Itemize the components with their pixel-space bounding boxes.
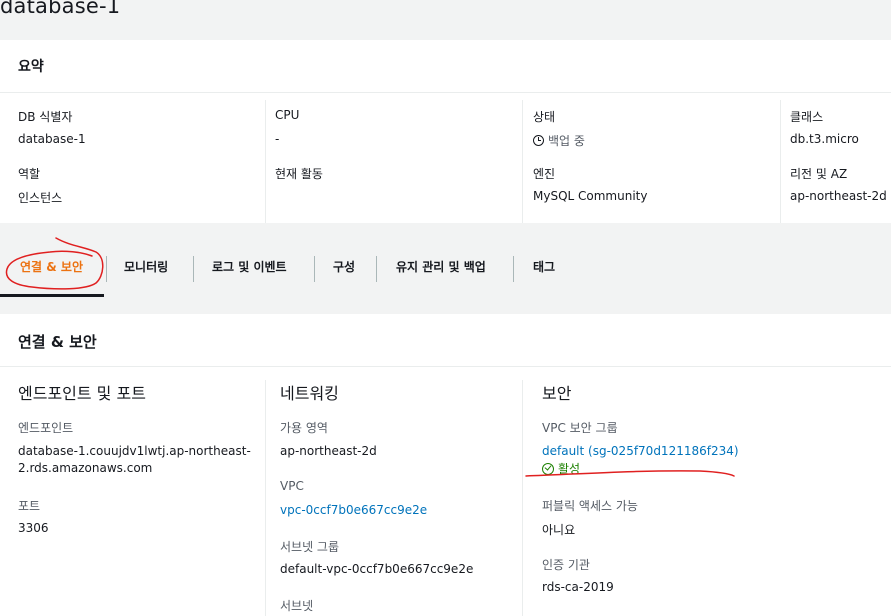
public-access-label: 퍼블릭 액세스 가능 [542,499,638,513]
connectivity-title: 연결 & 보안 [18,333,97,351]
tab-connectivity[interactable]: 연결 & 보안 [20,236,83,296]
tab-bar: 연결 & 보안 모니터링 로그 및 이벤트 구성 유지 관리 및 백업 태그 [0,236,891,297]
role-value: 인스턴스 [18,191,63,205]
ca-value: rds-ca-2019 [542,580,614,594]
endpoint-value-line-2[interactable]: 2.rds.amazonaws.com [18,461,152,475]
az-label: 가용 영역 [280,421,328,435]
tab-separator [513,256,514,282]
subnet-group-value: default-vpc-0ccf7b0e667cc9e2e [280,562,474,576]
tab-monitoring[interactable]: 모니터링 [124,236,168,296]
vpc-link[interactable]: vpc-0ccf7b0e667cc9e2e [280,503,427,517]
engine-value: MySQL Community [533,189,648,203]
security-group-status: 활성 [542,460,580,477]
connectivity-header: 연결 & 보안 [0,314,891,367]
port-label: 포트 [18,499,41,513]
summary-divider-2 [522,100,523,223]
security-group-label: VPC 보안 그룹 [542,421,618,435]
check-circle-icon [542,462,554,475]
summary-header: 요약 [0,40,891,93]
status-label: 상태 [533,110,556,124]
tab-separator [314,256,315,282]
security-group-status-text: 활성 [558,462,581,476]
tab-maintenance-backup[interactable]: 유지 관리 및 백업 [396,236,486,296]
security-group-link[interactable]: default (sg-025f70d121186f234) [542,444,739,458]
tab-tags[interactable]: 태그 [533,236,555,296]
status-value: 백업 중 [533,132,585,149]
connectivity-divider-2 [522,380,523,616]
public-access-value: 아니요 [542,523,576,537]
network-section-title: 네트워킹 [280,384,339,403]
az-value: ap-northeast-2d [280,444,377,458]
summary-panel: 요약 DB 식별자 database-1 역할 인스턴스 CPU - 현재 활동… [0,40,891,223]
subnet-group-label: 서브넷 그룹 [280,540,340,554]
endpoint-label: 엔드포인트 [18,421,74,435]
tab-separator [193,256,194,282]
class-label: 클래스 [790,110,824,124]
cpu-label: CPU [275,108,300,122]
summary-divider-3 [780,100,781,223]
db-id-label: DB 식별자 [18,110,73,124]
role-label: 역할 [18,167,41,181]
tab-logs-events[interactable]: 로그 및 이벤트 [212,236,287,296]
clock-icon [533,135,544,146]
engine-label: 엔진 [533,167,556,181]
tab-separator [106,256,107,282]
summary-title: 요약 [18,59,44,75]
port-value: 3306 [18,521,49,535]
active-tab-indicator [0,294,104,297]
tab-separator [376,256,377,282]
summary-divider-1 [265,100,266,223]
activity-label: 현재 활동 [275,167,323,181]
security-section-title: 보안 [542,384,572,403]
region-label: 리전 및 AZ [790,167,848,181]
endpoint-section-title: 엔드포인트 및 포트 [18,384,146,403]
page-title: database-1 [0,0,121,18]
tab-configuration[interactable]: 구성 [333,236,355,296]
endpoint-value-line-1[interactable]: database-1.couujdv1lwtj.ap-northeast- [18,444,251,458]
subnet-label: 서브넷 [280,599,314,613]
status-text: 백업 중 [548,134,585,148]
db-id-value: database-1 [18,132,86,146]
connectivity-panel: 연결 & 보안 엔드포인트 및 포트 엔드포인트 database-1.couu… [0,314,891,616]
class-value: db.t3.micro [790,132,859,146]
vpc-label: VPC [280,479,304,493]
region-value: ap-northeast-2d [790,189,887,203]
connectivity-divider-1 [265,380,266,616]
ca-label: 인증 기관 [542,558,590,572]
cpu-value: - [275,132,280,146]
